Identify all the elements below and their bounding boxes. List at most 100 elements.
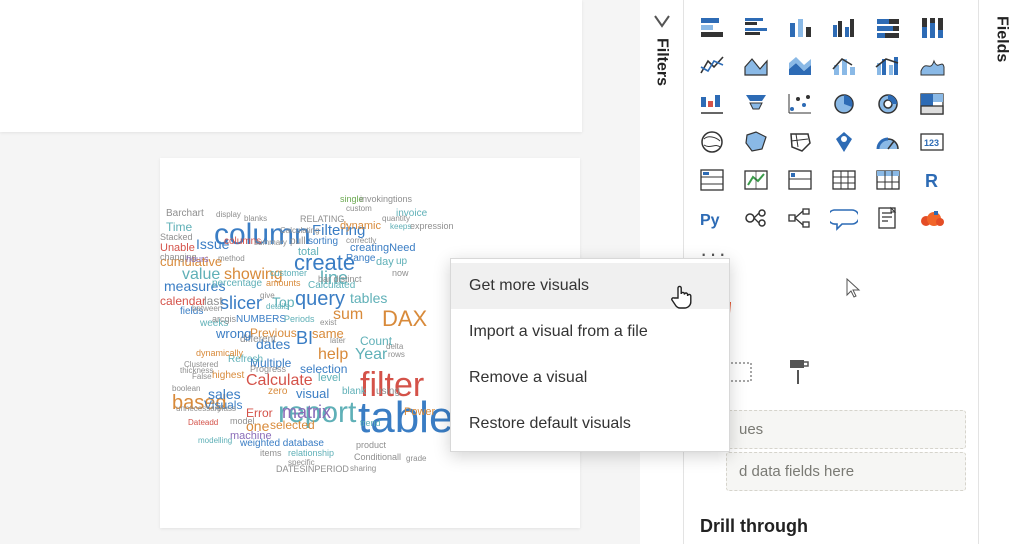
values-well[interactable]: ues: [726, 410, 966, 449]
wordcloud-word: quantity: [382, 214, 410, 223]
viz-pie[interactable]: [824, 86, 864, 122]
viz-python-visual[interactable]: Py: [692, 200, 732, 236]
wordcloud-word: total: [298, 246, 319, 258]
wordcloud-word: arcgis: [212, 314, 236, 324]
viz-multi-row-card[interactable]: [692, 162, 732, 198]
viz-stacked-area[interactable]: [780, 48, 820, 84]
slicer-icon: [786, 167, 814, 193]
line-clustered-column-icon: [874, 53, 902, 79]
viz-donut[interactable]: [868, 86, 908, 122]
wordcloud-word: Range: [346, 253, 375, 264]
viz-slicer[interactable]: [780, 162, 820, 198]
viz-card[interactable]: 123: [912, 124, 952, 160]
wordcloud-word: Progress: [250, 364, 286, 374]
viz-stacked-column[interactable]: [780, 10, 820, 46]
visual-tile[interactable]: [0, 0, 582, 132]
viz-line-clustered-column[interactable]: [868, 48, 908, 84]
matrix-icon: [874, 167, 902, 193]
svg-text:R: R: [925, 171, 938, 191]
viz-ribbon[interactable]: [912, 48, 952, 84]
wordcloud-word: dynamically: [196, 348, 243, 358]
wordcloud-word: product: [356, 440, 386, 450]
viz-shape-map[interactable]: [780, 124, 820, 160]
kpi-icon: [742, 167, 770, 193]
viz-decomposition-tree[interactable]: [780, 200, 820, 236]
wordcloud-word: amounts: [266, 278, 301, 288]
viz-paginated-report[interactable]: [868, 200, 908, 236]
viz-scatter[interactable]: [780, 86, 820, 122]
viz-filled-map[interactable]: [736, 124, 776, 160]
wordcloud-word: False: [192, 372, 212, 381]
area-icon: [742, 53, 770, 79]
funnel-icon: [742, 91, 770, 117]
viz-area[interactable]: [736, 48, 776, 84]
viz-line[interactable]: [692, 48, 732, 84]
wordcloud-word: Periods: [284, 314, 315, 324]
values-well-label: ues: [739, 421, 763, 438]
wordcloud-word: wrong: [216, 326, 251, 341]
menu-remove-visual[interactable]: Remove a visual: [451, 355, 729, 401]
wordcloud-word: grade: [406, 454, 426, 463]
wordcloud-word: visual: [296, 386, 329, 401]
viz-100-stacked-column[interactable]: [912, 10, 952, 46]
wordcloud-word: now: [392, 268, 409, 278]
viz-clustered-column[interactable]: [824, 10, 864, 46]
viz-100-stacked-bar[interactable]: [868, 10, 908, 46]
menu-get-more-visuals[interactable]: Get more visuals: [451, 263, 729, 309]
viz-treemap[interactable]: [912, 86, 952, 122]
stacked-area-icon: [786, 53, 814, 79]
wordcloud-word: details: [266, 302, 289, 311]
viz-waterfall[interactable]: [692, 86, 732, 122]
decomposition-tree-icon: [786, 205, 814, 231]
format-roller-icon[interactable]: [788, 358, 810, 386]
stacked-column-icon: [786, 15, 814, 41]
more-visuals-menu: Get more visuals Import a visual from a …: [450, 258, 730, 452]
wordcloud-word: percentage: [212, 278, 262, 289]
key-influencers-icon: [742, 205, 770, 231]
add-data-well[interactable]: d data fields here: [726, 452, 966, 491]
wordcloud-word: later: [330, 336, 346, 345]
viz-gauge[interactable]: [868, 124, 908, 160]
wordcloud-word: Barchart: [166, 208, 204, 219]
menu-import-visual-file[interactable]: Import a visual from a file: [451, 309, 729, 355]
wordcloud-word: delta: [386, 342, 403, 351]
100-stacked-column-icon: [918, 15, 946, 41]
wordcloud-word: zero: [268, 386, 287, 397]
viz-stacked-bar[interactable]: [692, 10, 732, 46]
wordcloud-word: Dateadd: [188, 418, 218, 427]
wordcloud-word: modelling: [198, 436, 232, 445]
viz-line-stacked-column[interactable]: [824, 48, 864, 84]
100-stacked-bar-icon: [874, 15, 902, 41]
waterfall-icon: [698, 91, 726, 117]
ribbon-icon: [918, 53, 946, 79]
viz-word-cloud[interactable]: [912, 200, 952, 236]
viz-key-influencers[interactable]: [736, 200, 776, 236]
treemap-icon: [918, 91, 946, 117]
viz-azure-map[interactable]: [824, 124, 864, 160]
wordcloud-word: Year: [355, 346, 387, 364]
viz-table[interactable]: [824, 162, 864, 198]
wordcloud-word: up: [396, 256, 407, 267]
viz-r-visual[interactable]: R: [912, 162, 952, 198]
wordcloud-word: items: [260, 448, 282, 458]
gauge-icon: [874, 129, 902, 155]
filled-map-icon: [742, 129, 770, 155]
expand-filters-icon[interactable]: [653, 14, 671, 28]
card-icon: 123: [918, 129, 946, 155]
menu-restore-defaults[interactable]: Restore default visuals: [451, 401, 729, 447]
wordcloud-word: model: [230, 416, 255, 426]
wordcloud-word: dynamic: [340, 220, 381, 232]
viz-clustered-bar[interactable]: [736, 10, 776, 46]
viz-funnel[interactable]: [736, 86, 776, 122]
multi-row-card-icon: [698, 167, 726, 193]
viz-map[interactable]: [692, 124, 732, 160]
viz-matrix[interactable]: [868, 162, 908, 198]
viz-qna[interactable]: [824, 200, 864, 236]
fields-pane-collapsed[interactable]: Fields: [978, 0, 1024, 544]
viz-kpi[interactable]: [736, 162, 776, 198]
svg-text:Py: Py: [700, 212, 720, 229]
svg-text:123: 123: [924, 138, 939, 148]
wordcloud-word: DAX: [382, 306, 427, 332]
table-icon: [830, 167, 858, 193]
wordcloud-word: relationship: [288, 448, 334, 458]
